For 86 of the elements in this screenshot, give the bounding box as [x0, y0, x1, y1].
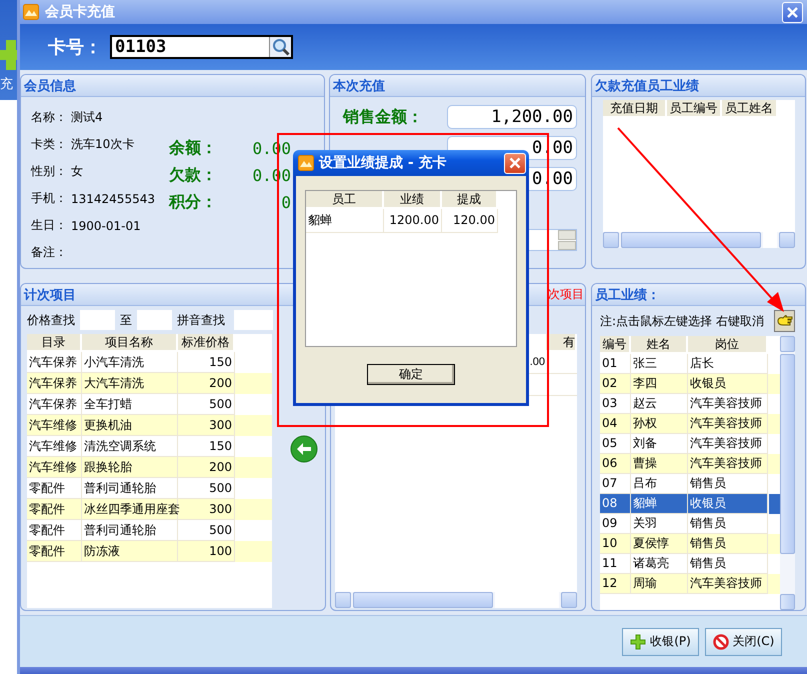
table-row[interactable]: 10 夏侯惇 销售员: [600, 534, 780, 554]
cancel-icon: [712, 634, 729, 650]
column-header: 员工: [306, 191, 384, 209]
balance-label: 欠款：: [169, 165, 218, 186]
table-cell: 100: [178, 541, 235, 562]
price-from-field[interactable]: [80, 310, 115, 330]
column-header: 员工姓名: [722, 100, 778, 118]
balance-label: 余额：: [169, 138, 218, 159]
table-cell: 貂蝉: [306, 209, 384, 233]
card-number-field[interactable]: 01103: [110, 35, 293, 59]
column-header: 业绩: [384, 191, 442, 209]
column-header: 岗位: [688, 336, 768, 354]
table-cell: 120.00: [442, 209, 498, 233]
panel-title: 计次项目: [24, 286, 76, 304]
plus-icon: [0, 40, 17, 70]
search-icon: [272, 38, 290, 56]
table-cell: 12: [600, 574, 631, 594]
field-label: 性别：: [31, 163, 68, 180]
ok-button[interactable]: 确定: [367, 364, 455, 385]
panel-title: 欠款充值员工业绩: [595, 78, 699, 94]
close-button[interactable]: [504, 152, 526, 174]
field-value: 测试4: [71, 109, 103, 126]
table-row[interactable]: 06 曹操 汽车美容技师: [600, 454, 780, 474]
column-header: 目录: [27, 334, 82, 352]
table-cell-text: .00: [528, 355, 546, 370]
pick-button[interactable]: [774, 310, 795, 332]
amount-field[interactable]: 1,200.00: [447, 105, 577, 129]
table-row[interactable]: 貂蝉 1200.00 120.00: [306, 209, 516, 233]
tab-label: 充: [0, 78, 13, 92]
field-label: 卡号：: [48, 36, 103, 59]
table-cell: 周瑜: [631, 574, 688, 594]
column-header: 标准价格: [178, 334, 235, 352]
table-cell: 零配件: [27, 541, 82, 562]
close-icon: [787, 6, 798, 18]
panel-title: 员工业绩：: [595, 286, 660, 304]
column-header: 项目名称: [82, 334, 178, 352]
panel-title: 次项目: [548, 286, 584, 303]
field-label: 卡类：: [31, 136, 68, 153]
window-icon: [298, 155, 314, 171]
search-label: 拼音查找: [176, 312, 226, 328]
field-value: 13142455543: [71, 192, 155, 206]
field-value: 1900-01-01: [71, 218, 141, 232]
table-row[interactable]: 汽车维修 跟换轮胎 200: [27, 457, 272, 478]
field-label: 生日：: [31, 217, 68, 234]
table-row[interactable]: 零配件 冰丝四季通用座套 300: [27, 499, 272, 520]
plus-icon: [630, 634, 646, 650]
field-label: 手机：: [31, 190, 68, 207]
table-row[interactable]: 零配件 防冻液 100: [27, 541, 272, 562]
panel-title: 会员信息: [24, 78, 76, 94]
table-cell: 防冻液: [82, 541, 178, 562]
window-title: 会员卡充值: [45, 3, 115, 21]
column-header: 姓名: [631, 336, 688, 354]
search-label: 价格查找: [27, 312, 76, 328]
table-row[interactable]: 04 孙权 汽车美容技师: [600, 414, 780, 434]
hand-icon: [776, 314, 792, 328]
close-icon: [509, 157, 521, 169]
search-button[interactable]: [269, 37, 291, 57]
table-cell: 汽车美容技师: [688, 574, 768, 594]
field-value: 女: [71, 163, 83, 180]
table-row[interactable]: 汽车保养 大汽车清洗 200: [27, 373, 272, 394]
balance-value: 0: [280, 193, 291, 212]
column-header: 提成: [442, 191, 498, 209]
table-row[interactable]: 08 貂蝉 收银员: [600, 494, 780, 514]
action-button[interactable]: 收银(P): [622, 628, 699, 656]
balance-label: 积分：: [169, 192, 218, 213]
column-header: 有: [546, 334, 577, 352]
price-to-field[interactable]: [137, 310, 172, 330]
table-cell: 1200.00: [384, 209, 442, 233]
table-row[interactable]: 02 李四 收银员: [600, 374, 780, 394]
table-row[interactable]: 汽车维修 更换机油 300: [27, 415, 272, 436]
field-value: 洗车10次卡: [71, 136, 134, 153]
column-header: 充值日期: [603, 100, 667, 118]
panel-title: 本次充值: [333, 78, 385, 94]
table-row[interactable]: 12 周瑜 汽车美容技师: [600, 574, 780, 594]
hint-text: 注:点击鼠标左键选择 右键取消: [600, 312, 764, 330]
field-label: 名称：: [31, 109, 68, 126]
action-button[interactable]: 关闭(C): [705, 628, 782, 656]
column-header: 编号: [600, 336, 631, 354]
amount-label: 销售金额：: [343, 106, 424, 128]
window-icon: [23, 4, 39, 20]
close-button[interactable]: [782, 2, 803, 22]
dialog-title: 设置业绩提成 - 充卡: [319, 154, 447, 172]
column-header: 员工编号: [667, 100, 722, 118]
field-label: 备注：: [31, 244, 68, 261]
pinyin-search-field[interactable]: [234, 310, 273, 330]
search-label: 至: [119, 312, 133, 328]
